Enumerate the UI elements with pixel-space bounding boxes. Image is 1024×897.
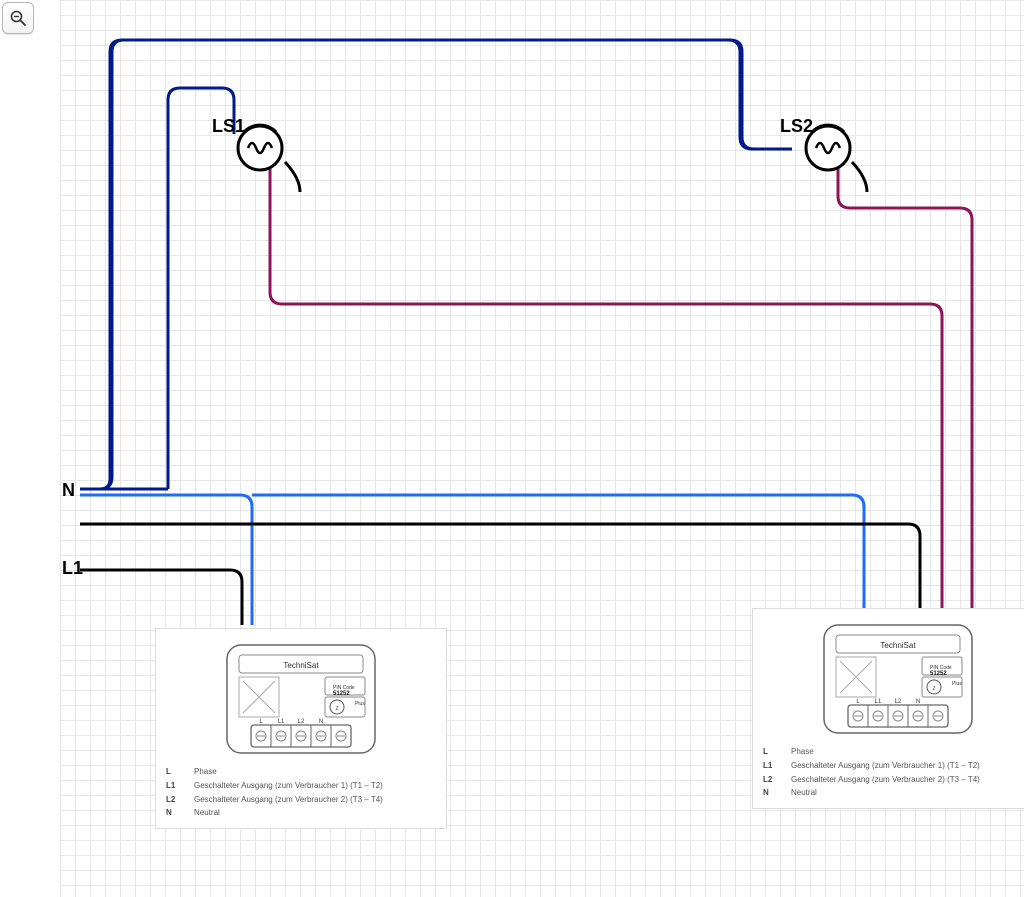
svg-text:N: N [916, 699, 920, 705]
legend-row: L Phase [166, 767, 436, 778]
label-n: N [62, 480, 75, 501]
svg-text:L2: L2 [895, 699, 902, 705]
legend-row: L2 Geschalteter Ausgang (zum Verbraucher… [763, 775, 1024, 786]
svg-text:N: N [319, 719, 323, 725]
ruler-left [0, 0, 61, 897]
legend-row: L Phase [763, 747, 1024, 758]
device-right: TechniSat Z Plus PIN Code 51252 L L1 L2 … [752, 608, 1024, 809]
svg-text:L2: L2 [298, 719, 305, 725]
magnifier-icon [9, 9, 27, 27]
label-l1: L1 [62, 558, 83, 579]
label-ls1: LS1 [212, 116, 245, 137]
svg-text:Z: Z [932, 686, 935, 692]
legend-row: L1 Geschalteter Ausgang (zum Verbraucher… [763, 761, 1024, 772]
label-ls2: LS2 [780, 116, 813, 137]
legend-row: L1 Geschalteter Ausgang (zum Verbraucher… [166, 781, 436, 792]
svg-text:Z: Z [335, 706, 338, 712]
device-left: TechniSat Z Plus PIN Code 51252 L L1 L2 … [155, 628, 447, 829]
toolbar [2, 2, 34, 34]
svg-text:51252: 51252 [333, 691, 350, 697]
legend-row: L2 Geschalteter Ausgang (zum Verbraucher… [166, 795, 436, 806]
legend-row: N Neutral [166, 808, 436, 819]
device-module-icon: TechniSat Z Plus PIN Code 51252 L L1 L2 … [221, 639, 381, 759]
svg-text:L1: L1 [875, 699, 882, 705]
zoom-tool-button[interactable] [2, 2, 34, 34]
brand-text: TechniSat [283, 661, 319, 670]
svg-text:Plus: Plus [355, 701, 365, 707]
svg-text:TechniSat: TechniSat [880, 641, 916, 650]
svg-text:51252: 51252 [930, 671, 947, 677]
svg-text:Plus: Plus [952, 681, 962, 687]
device-right-legend: L Phase L1 Geschalteter Ausgang (zum Ver… [763, 747, 1024, 799]
svg-text:L1: L1 [278, 719, 285, 725]
legend-row: N Neutral [763, 788, 1024, 799]
device-module-icon: TechniSat Z Plus PIN Code 51252 L L1 L2 … [818, 619, 978, 739]
device-left-legend: L Phase L1 Geschalteter Ausgang (zum Ver… [166, 767, 436, 819]
